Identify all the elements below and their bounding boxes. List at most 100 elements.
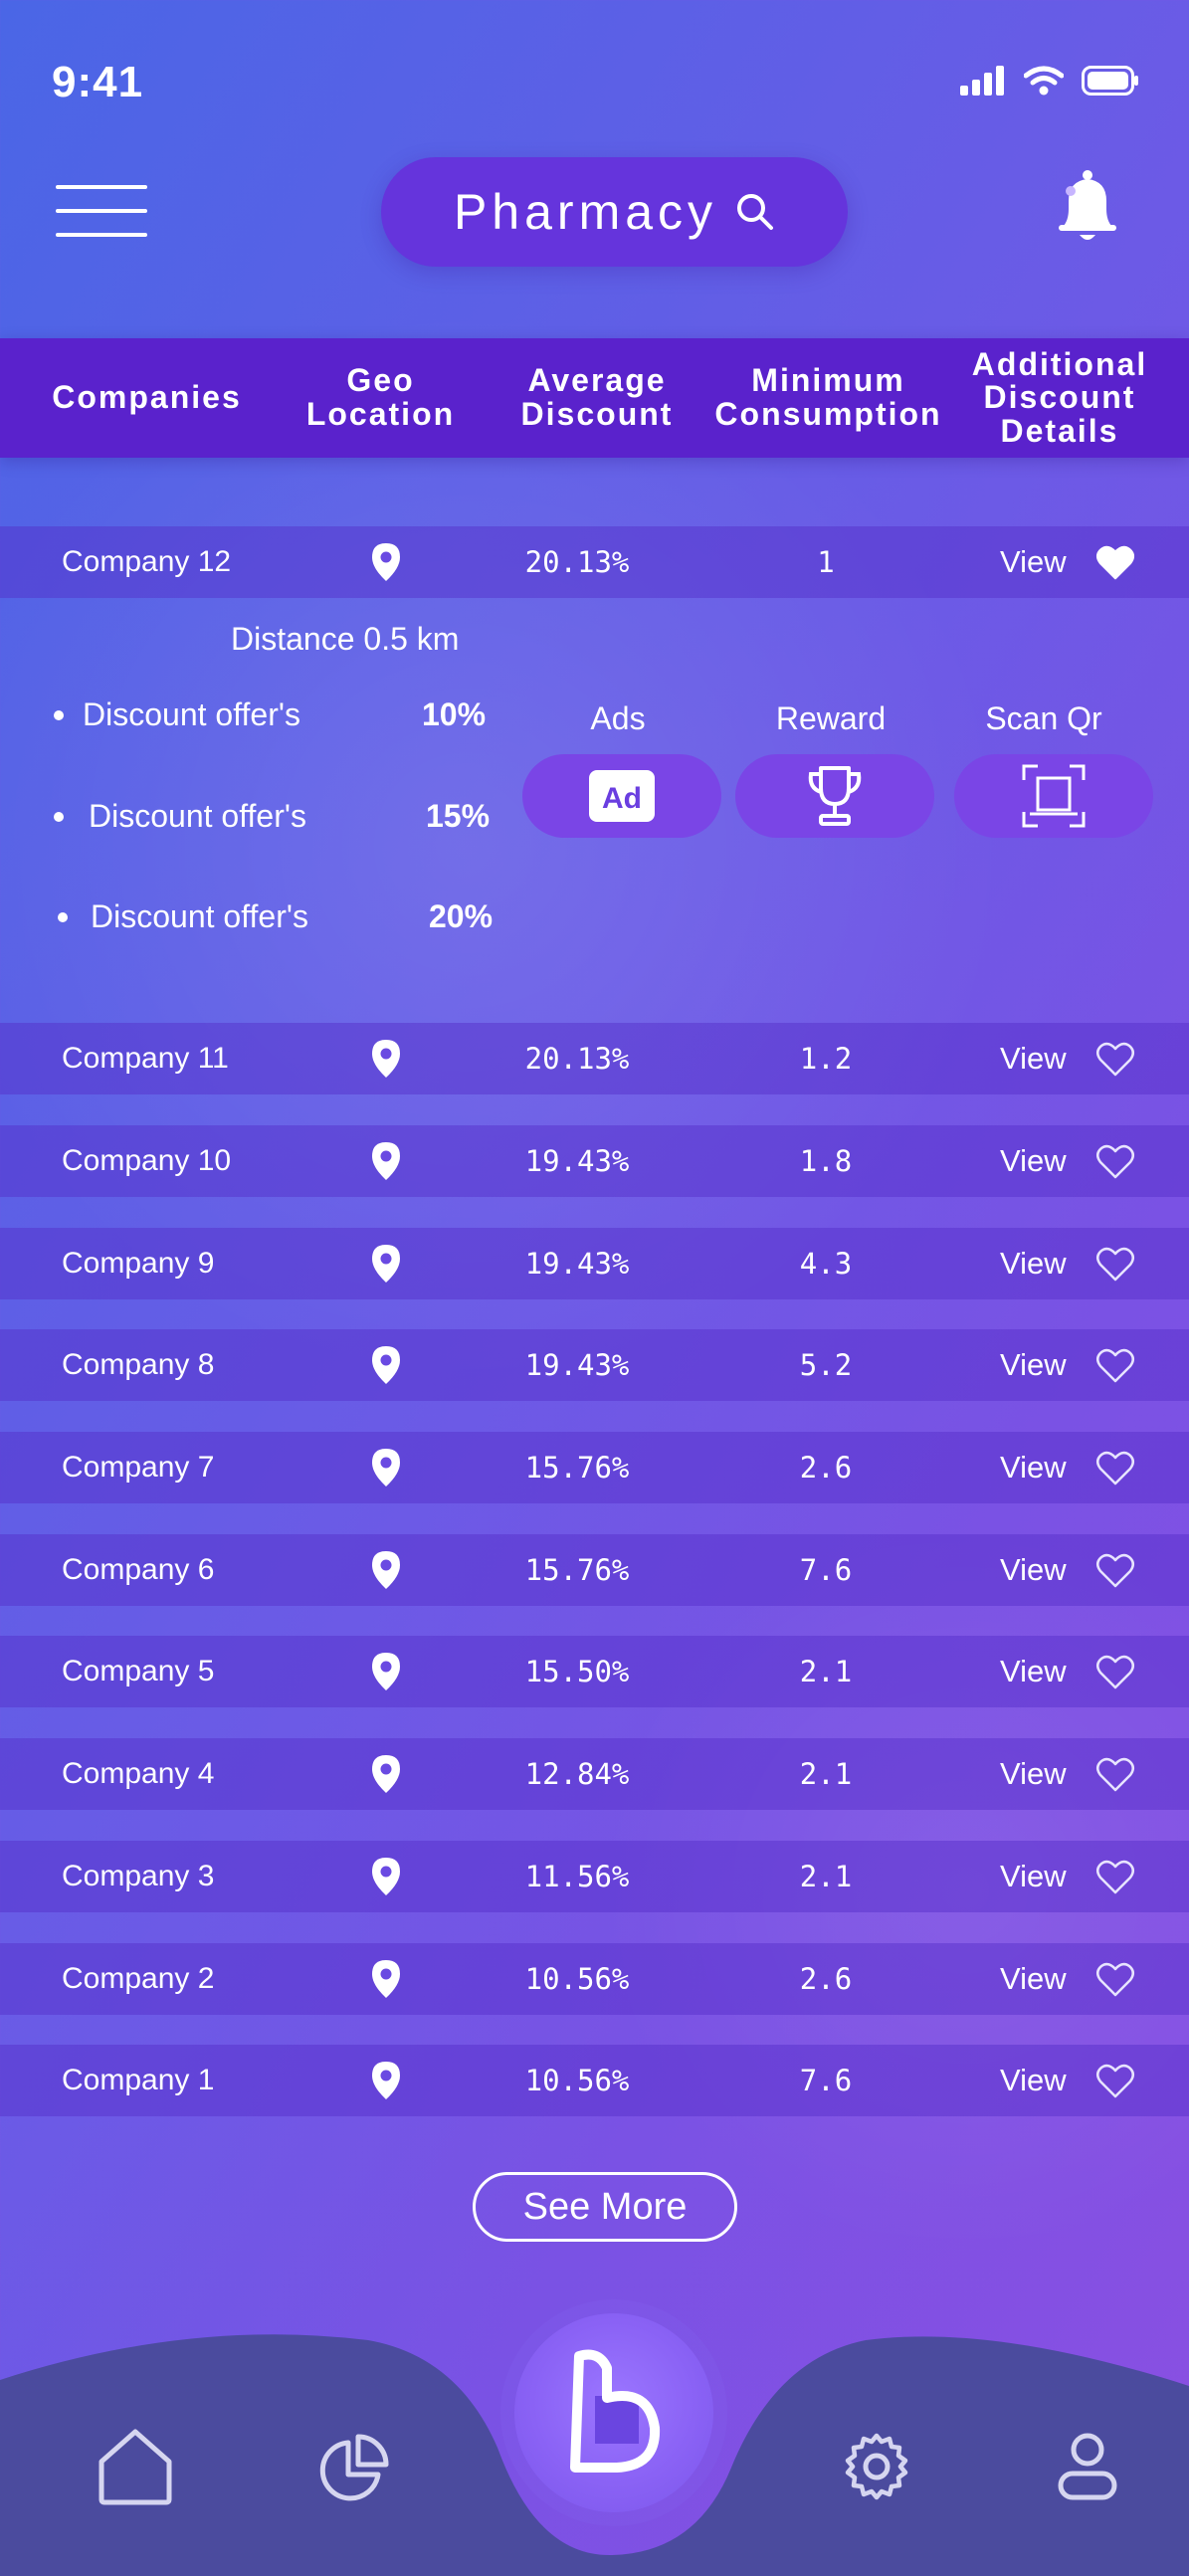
table-row[interactable]: Company 10 19.43% 1.8 View xyxy=(0,1125,1189,1197)
average-discount: 15.76% xyxy=(524,1553,630,1587)
view-link[interactable]: View xyxy=(1000,1228,1067,1299)
status-icons xyxy=(960,66,1139,96)
offer-label: Discount offer's xyxy=(83,696,300,732)
ads-label: Ads xyxy=(590,700,646,736)
location-pin-icon[interactable] xyxy=(363,526,409,598)
view-link[interactable]: View xyxy=(1000,1534,1067,1606)
table-row[interactable]: Company 7 15.76% 2.6 View xyxy=(0,1432,1189,1503)
view-link[interactable]: View xyxy=(1000,1636,1067,1707)
bullet xyxy=(54,710,64,720)
table-row[interactable]: Company 9 19.43% 4.3 View xyxy=(0,1228,1189,1299)
company-name: Company 5 xyxy=(62,1655,215,1687)
location-pin-icon[interactable] xyxy=(363,2045,409,2116)
location-pin-icon[interactable] xyxy=(363,1023,409,1094)
table-row[interactable]: Company 11 20.13% 1.2 View xyxy=(0,1023,1189,1094)
search-icon xyxy=(737,194,774,230)
scan-qr-label: Scan Qr xyxy=(985,700,1102,736)
brand-logo-button[interactable] xyxy=(514,2313,713,2512)
reward-button[interactable] xyxy=(735,754,934,838)
menu-button[interactable] xyxy=(56,185,147,237)
svg-text:Ad: Ad xyxy=(602,782,642,815)
pie-chart-icon[interactable] xyxy=(318,2433,390,2504)
table-row[interactable]: Company 8 19.43% 5.2 View xyxy=(0,1329,1189,1401)
heart-icon[interactable] xyxy=(1092,1228,1138,1299)
battery-icon xyxy=(1082,66,1138,96)
table-row[interactable]: Company 6 15.76% 7.6 View xyxy=(0,1534,1189,1606)
profile-icon[interactable] xyxy=(1057,2432,1118,2501)
location-pin-icon[interactable] xyxy=(363,1432,409,1503)
view-link[interactable]: View xyxy=(1000,526,1067,598)
location-pin-icon[interactable] xyxy=(363,1636,409,1707)
minimum-consumption: 7.6 xyxy=(799,1553,853,1587)
average-discount: 19.43% xyxy=(524,1247,630,1281)
location-pin-icon[interactable] xyxy=(363,1228,409,1299)
company-name: Company 3 xyxy=(62,1860,215,1892)
location-pin-icon[interactable] xyxy=(363,1125,409,1197)
column-additional-discount: Additional Discount Details xyxy=(971,345,1148,449)
heart-icon[interactable] xyxy=(1092,1636,1138,1707)
view-link[interactable]: View xyxy=(1000,1841,1067,1912)
heart-icon[interactable] xyxy=(1092,1125,1138,1197)
view-link[interactable]: View xyxy=(1000,1943,1067,2015)
table-header: Companies Geo Location Average Discount … xyxy=(0,338,1189,458)
view-link[interactable]: View xyxy=(1000,1023,1067,1094)
search-label: Pharmacy xyxy=(453,184,718,240)
view-link[interactable]: View xyxy=(1000,1125,1067,1197)
table-row[interactable]: Company 1 10.56% 7.6 View xyxy=(0,2045,1189,2116)
heart-icon[interactable] xyxy=(1092,1943,1138,2015)
minimum-consumption: 1.8 xyxy=(799,1144,853,1178)
heart-icon[interactable] xyxy=(1092,1023,1138,1094)
home-icon[interactable] xyxy=(96,2428,175,2505)
average-discount: 19.43% xyxy=(524,1144,630,1178)
view-link[interactable]: View xyxy=(1000,1329,1067,1401)
view-link[interactable]: View xyxy=(1000,1738,1067,1810)
table-row[interactable]: Company 5 15.50% 2.1 View xyxy=(0,1636,1189,1707)
heart-icon[interactable] xyxy=(1092,1534,1138,1606)
minimum-consumption: 2.6 xyxy=(799,1962,853,1996)
offer-value: 10% xyxy=(422,696,487,732)
average-discount: 19.43% xyxy=(524,1348,630,1382)
heart-icon[interactable] xyxy=(1092,1841,1138,1912)
search-bar[interactable]: Pharmacy xyxy=(381,157,848,267)
location-pin-icon[interactable] xyxy=(363,1738,409,1810)
location-pin-icon[interactable] xyxy=(363,1329,409,1401)
minimum-consumption: 1.2 xyxy=(799,1042,853,1076)
view-link[interactable]: View xyxy=(1000,2045,1067,2116)
minimum-consumption: 2.6 xyxy=(799,1451,853,1485)
minimum-consumption: 4.3 xyxy=(799,1247,853,1281)
scan-qr-icon xyxy=(1022,764,1086,828)
average-discount: 10.56% xyxy=(524,2064,630,2097)
company-name: Company 10 xyxy=(62,1144,232,1177)
heart-icon[interactable] xyxy=(1092,1432,1138,1503)
location-pin-icon[interactable] xyxy=(363,1841,409,1912)
settings-icon[interactable] xyxy=(842,2432,911,2501)
heart-icon[interactable] xyxy=(1092,1738,1138,1810)
status-time: 9:41 xyxy=(52,58,144,106)
heart-icon[interactable] xyxy=(1092,526,1138,598)
bullet xyxy=(54,812,64,822)
scan-qr-button[interactable] xyxy=(954,754,1153,838)
company-name: Company 7 xyxy=(62,1451,215,1484)
see-more-button[interactable]: See More xyxy=(473,2172,737,2242)
ads-button[interactable]: Ad xyxy=(522,754,721,838)
heart-icon[interactable] xyxy=(1092,1329,1138,1401)
average-discount: 20.13% xyxy=(524,1042,630,1076)
heart-icon[interactable] xyxy=(1092,2045,1138,2116)
average-discount: 20.13% xyxy=(524,545,630,579)
column-companies: Companies xyxy=(52,379,242,416)
location-pin-icon[interactable] xyxy=(363,1534,409,1606)
location-pin-icon[interactable] xyxy=(363,1943,409,2015)
table-row[interactable]: Company 3 11.56% 2.1 View xyxy=(0,1841,1189,1912)
company-name: Company 9 xyxy=(62,1247,215,1280)
table-row[interactable]: Company 12 20.13% 1 View xyxy=(0,526,1189,598)
table-row[interactable]: Company 4 12.84% 2.1 View xyxy=(0,1738,1189,1810)
average-discount: 11.56% xyxy=(524,1860,630,1893)
reward-label: Reward xyxy=(775,700,887,736)
minimum-consumption: 2.1 xyxy=(799,1655,853,1688)
offer-label: Discount offer's xyxy=(89,798,306,834)
average-discount: 15.76% xyxy=(524,1451,630,1485)
table-row[interactable]: Company 2 10.56% 2.6 View xyxy=(0,1943,1189,2015)
notification-bell-icon[interactable] xyxy=(1053,169,1122,245)
wifi-icon xyxy=(1024,66,1064,96)
view-link[interactable]: View xyxy=(1000,1432,1067,1503)
